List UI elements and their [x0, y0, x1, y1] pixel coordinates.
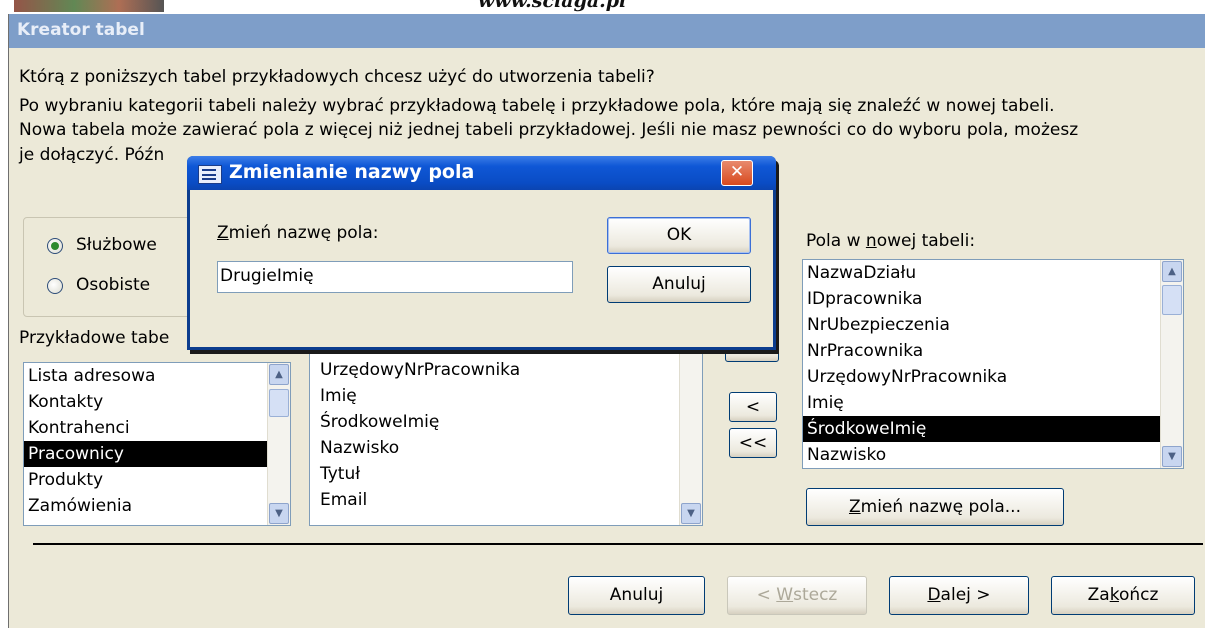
- rename-field-dialog: Zmienianie nazwy pola ✕ Zmień nazwę pola…: [187, 156, 776, 350]
- list-item[interactable]: Produkty: [24, 467, 290, 493]
- list-item[interactable]: NrPracownika: [803, 338, 1183, 364]
- sample-tables-list[interactable]: Lista adresowa Kontakty Kontrahenci Prac…: [23, 362, 291, 526]
- scroll-down-icon[interactable]: ▼: [1162, 446, 1182, 467]
- field-name-input[interactable]: DrugieImię: [217, 261, 573, 293]
- scroll-down-icon[interactable]: ▼: [681, 503, 701, 524]
- sample-fields-list[interactable]: NrPracownika UrzędowyNrPracownika Imię Ś…: [309, 324, 703, 526]
- list-item[interactable]: NrUbezpieczenia: [803, 312, 1183, 338]
- wizard-description-line-3: je dołączyć. Późn: [19, 145, 165, 165]
- scroll-thumb[interactable]: [269, 389, 289, 417]
- new-fields-list[interactable]: NazwaDziału IDpracownika NrUbezpieczenia…: [802, 259, 1184, 469]
- list-item[interactable]: Email: [310, 487, 702, 513]
- scrollbar[interactable]: ▼: [679, 325, 702, 525]
- scroll-down-icon[interactable]: ▼: [269, 503, 289, 524]
- dialog-body: Zmień nazwę pola: DrugieImię OK Anuluj: [190, 190, 773, 347]
- list-item[interactable]: Nazwisko: [310, 435, 702, 461]
- finish-button[interactable]: Zakończ: [1051, 576, 1195, 615]
- scroll-up-icon[interactable]: ▲: [269, 364, 289, 385]
- list-item[interactable]: Tytuł: [310, 461, 702, 487]
- separator: [33, 543, 1203, 545]
- list-item[interactable]: Lista adresowa: [24, 363, 290, 389]
- sample-tables-label: Przykładowe tabe: [19, 328, 170, 348]
- wizard-question: Którą z poniższych tabel przykładowych c…: [19, 67, 655, 87]
- list-item[interactable]: Kontrahenci: [24, 415, 290, 441]
- remove-all-fields-button[interactable]: <<: [729, 428, 777, 458]
- rename-field-label: Zmień nazwę pola:: [217, 223, 379, 243]
- wizard-description-line-2: Nowa tabela może zawierać pola z więcej …: [19, 120, 1079, 140]
- cancel-button[interactable]: Anuluj: [568, 576, 705, 615]
- watermark: www.sciaga.pl: [478, 0, 627, 12]
- radio-button-selected[interactable]: [47, 238, 63, 254]
- rename-field-button[interactable]: Zmień nazwę pola...: [806, 488, 1064, 526]
- scroll-up-icon[interactable]: ▲: [1162, 261, 1182, 282]
- window-title: Kreator tabel: [17, 20, 145, 40]
- scrollbar[interactable]: ▲ ▼: [267, 363, 290, 525]
- scrollbar[interactable]: ▲ ▼: [1160, 260, 1183, 468]
- ok-button[interactable]: OK: [607, 217, 751, 254]
- back-button[interactable]: < Wstecz: [727, 576, 867, 615]
- radio-button[interactable]: [47, 278, 63, 294]
- radio-osobiste[interactable]: Osobiste: [24, 274, 204, 300]
- list-item[interactable]: Nazwisko: [803, 442, 1183, 468]
- dialog-title: Zmienianie nazwy pola: [229, 161, 475, 183]
- list-item[interactable]: IDpracownika: [803, 286, 1183, 312]
- scroll-thumb[interactable]: [1162, 285, 1182, 315]
- list-item[interactable]: UrzędowyNrPracownika: [310, 357, 702, 383]
- list-item-selected[interactable]: Pracownicy: [24, 441, 290, 467]
- wizard-description-line-1: Po wybraniu kategorii tabeli należy wybr…: [19, 96, 1055, 116]
- remove-field-button[interactable]: <: [729, 392, 777, 422]
- list-item[interactable]: Imię: [310, 383, 702, 409]
- close-icon[interactable]: ✕: [721, 160, 753, 186]
- list-item[interactable]: Zamówienia: [24, 493, 290, 519]
- dialog-titlebar[interactable]: Zmienianie nazwy pola ✕: [187, 156, 776, 190]
- logo-fragment: [14, 0, 164, 12]
- dialog-cancel-button[interactable]: Anuluj: [607, 266, 751, 303]
- list-item[interactable]: ŚrodkoweImię: [310, 409, 702, 435]
- field-name-value: DrugieImię: [220, 266, 314, 286]
- category-group: Służbowe Osobiste: [23, 217, 205, 317]
- radio-label-osobiste: Osobiste: [76, 275, 151, 295]
- list-item[interactable]: Imię: [803, 390, 1183, 416]
- radio-sluzbowe[interactable]: Służbowe: [24, 234, 204, 260]
- list-item[interactable]: UrzędowyNrPracownika: [803, 364, 1183, 390]
- radio-label-sluzbowe: Służbowe: [76, 235, 157, 255]
- list-item-selected[interactable]: ŚrodkoweImię: [803, 416, 1183, 442]
- list-item[interactable]: NazwaDziału: [803, 260, 1183, 286]
- list-item[interactable]: Kontakty: [24, 389, 290, 415]
- next-button[interactable]: Dalej >: [889, 576, 1029, 615]
- new-fields-label: Pola w nowej tabeli:: [806, 231, 976, 251]
- wizard-titlebar[interactable]: Kreator tabel: [9, 14, 1205, 48]
- table-icon: [198, 165, 222, 184]
